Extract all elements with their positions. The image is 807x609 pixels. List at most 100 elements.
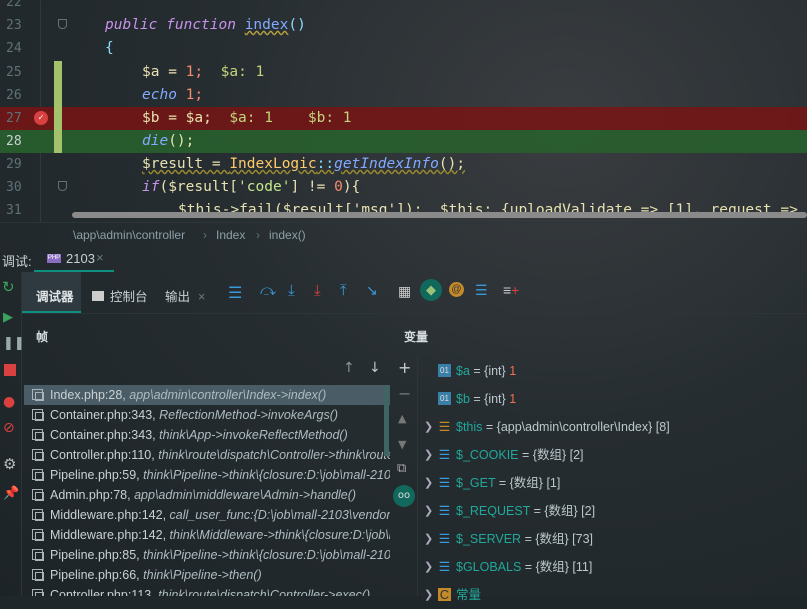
arrow-down-icon[interactable]: ↓ (369, 360, 381, 376)
frame-item[interactable]: Pipeline.php:85, think\Pipeline->think\{… (24, 545, 390, 565)
variable-item[interactable]: ❯ ☰ $this = {app\admin\controller\Index} [… (420, 413, 807, 441)
step-out-icon[interactable]: ⤒ (340, 282, 347, 299)
frame-item[interactable]: Container.php:343, ReflectionMethod->inv… (24, 405, 390, 425)
array-icon: ☰ (438, 447, 451, 462)
settings-icon[interactable]: ⚙ (3, 455, 16, 473)
frame-file: Pipeline.php:59, (50, 468, 140, 482)
expand-arrow-icon[interactable]: ❯ (424, 441, 433, 469)
frame-icon (32, 509, 44, 521)
tab-console[interactable]: 控制台 (92, 286, 148, 305)
frame-method: call_user_func:{D:\job\mall-2103\vendor\… (169, 508, 390, 522)
constant-icon: C (438, 587, 451, 602)
move-up-icon[interactable]: ▲ (398, 412, 406, 425)
stop-icon[interactable] (4, 364, 16, 376)
coverage-icon[interactable]: ◆ (420, 279, 442, 301)
layout-icon[interactable]: ☰ (228, 283, 242, 303)
variable-item[interactable]: ❯ ☰ $_SERVER = {数组} [73] (420, 525, 807, 553)
rerun-icon[interactable]: ↻ (2, 278, 15, 296)
variable-item[interactable]: 01 $b = {int} 1 (420, 385, 807, 413)
horizontal-scrollbar[interactable] (72, 212, 807, 218)
frames-list[interactable]: Index.php:28, app\admin\controller\Index… (24, 385, 390, 596)
debug-session-bar: 调试: PHP 2103 × (0, 246, 807, 272)
frames-scrollbar[interactable] (384, 386, 389, 456)
line-number: 25 (6, 65, 22, 80)
expand-arrow-icon[interactable]: ❯ (424, 413, 433, 441)
frame-item[interactable]: Controller.php:113, think\route\dispatch… (24, 585, 390, 596)
frame-item[interactable]: Pipeline.php:59, think\Pipeline->think\{… (24, 465, 390, 485)
frame-item[interactable]: Controller.php:110, think\route\dispatch… (24, 445, 390, 465)
add-icon[interactable]: + (398, 358, 411, 377)
debug-side-toolbar: ↻ ▶ ❚❚ ● ⊘ ⚙ 📌 (0, 272, 25, 596)
breadcrumb-item[interactable]: \app\admin\controller (73, 228, 185, 242)
breadcrumb-item[interactable]: index() (269, 228, 306, 242)
evaluate-expression-icon[interactable]: ▦ (398, 283, 411, 300)
glasses-icon[interactable]: oo (393, 485, 415, 507)
frame-icon (32, 589, 44, 596)
variable-item[interactable]: ❯ ☰ $_REQUEST = {数组} [2] (420, 497, 807, 525)
ordered-list-icon[interactable]: ☰ (475, 282, 488, 299)
tab-debugger[interactable]: 调试器 (22, 272, 81, 313)
expand-arrow-icon[interactable]: ❯ (424, 497, 433, 525)
frame-item[interactable]: Admin.php:78, app\admin\middleware\Admin… (24, 485, 390, 505)
close-icon[interactable]: × (198, 290, 205, 304)
run-to-cursor-icon[interactable]: ↘ (366, 282, 378, 299)
frame-item[interactable]: Pipeline.php:66, think\Pipeline->then() (24, 565, 390, 585)
frame-file: Controller.php:110, (50, 448, 155, 462)
copy-icon[interactable]: ⧉ (397, 461, 406, 476)
variable-name: $b (456, 392, 470, 406)
variable-item[interactable]: ❯ ☰ $_COOKIE = {数组} [2] (420, 441, 807, 469)
close-icon[interactable]: × (96, 250, 104, 265)
expand-arrow-icon[interactable]: ❯ (424, 525, 433, 553)
frame-item[interactable]: Middleware.php:142, think\Middleware->th… (24, 525, 390, 545)
variable-item[interactable]: ❯ ☰ $_GET = {数组} [1] (420, 469, 807, 497)
expand-arrow-icon[interactable]: ❯ (424, 553, 433, 581)
step-into-icon[interactable]: ⤓ (288, 282, 295, 299)
frame-file: Admin.php:78, (50, 488, 131, 502)
mute-breakpoints-icon[interactable]: ⊘ (3, 420, 15, 436)
frame-icon (32, 549, 44, 561)
console-icon (92, 291, 104, 301)
line-number: 24 (6, 41, 22, 56)
frame-item[interactable]: Index.php:28, app\admin\controller\Index… (24, 385, 390, 405)
expand-arrow-icon[interactable]: ❯ (424, 469, 433, 497)
tab-output[interactable]: 输出 × (165, 286, 205, 305)
view-breakpoints-icon[interactable]: ● (3, 394, 15, 410)
variables-tree[interactable]: 01 $a = {int} 1 01 $b = {int} 1 ❯ ☰ $this = {a… (420, 357, 807, 609)
variable-item[interactable]: 01 $a = {int} 1 (420, 357, 807, 385)
object-icon: ☰ (438, 419, 451, 434)
frame-item[interactable]: Container.php:343, think\App->invokeRefl… (24, 425, 390, 445)
add-list-icon[interactable]: ≡+ (503, 282, 519, 298)
code-line: { (105, 40, 114, 56)
inline-value: $a: 1 $b: 1 (229, 110, 352, 126)
frame-method: think\route\dispatch\Controller->exec() (158, 588, 371, 596)
arrow-up-icon[interactable]: ↑ (343, 360, 355, 376)
code-line: $this->fail($result['msg']); $this: {upl… (178, 202, 798, 218)
frame-file: Pipeline.php:85, (50, 548, 140, 562)
pin-icon[interactable]: 📌 (3, 486, 19, 501)
php-icon: PHP (47, 254, 61, 263)
frame-item[interactable]: Middleware.php:142, call_user_func:{D:\j… (24, 505, 390, 525)
pause-icon[interactable]: ❚❚ (3, 336, 25, 351)
array-icon: ☰ (438, 559, 451, 574)
remove-icon[interactable]: − (398, 384, 411, 403)
move-down-icon[interactable]: ▼ (398, 438, 406, 451)
code-editor[interactable]: ✓ 22 23 public function index() 24 { 25 … (0, 0, 807, 222)
breadcrumb: \app\admin\controller › Index › index() (0, 222, 807, 246)
frame-icon (32, 489, 44, 501)
code-line: die(); (142, 133, 195, 149)
variable-item[interactable]: ❯ ☰ $GLOBALS = {数组} [11] (420, 553, 807, 581)
frame-method: app\admin\middleware\Admin->handle() (134, 488, 357, 502)
variable-item[interactable]: ❯ C 常量 (420, 581, 807, 609)
force-step-into-icon[interactable]: ⤓ (314, 282, 321, 299)
breadcrumb-item[interactable]: Index (216, 228, 245, 242)
frame-method: think\Middleware->think\{closure:D:\job\… (169, 528, 390, 542)
session-tab[interactable]: PHP 2103 × (34, 246, 114, 272)
int-icon: 01 (438, 364, 451, 377)
step-over-icon[interactable]: ⤼ (260, 282, 276, 299)
variable-name: $GLOBALS (456, 560, 522, 574)
variable-name: $this (456, 420, 483, 434)
watch-icon[interactable]: @ (449, 282, 464, 297)
resume-icon[interactable]: ▶ (3, 310, 13, 325)
expand-arrow-icon[interactable]: ❯ (424, 581, 433, 609)
code-line: $result = IndexLogic::getIndexInfo(); (142, 156, 466, 172)
